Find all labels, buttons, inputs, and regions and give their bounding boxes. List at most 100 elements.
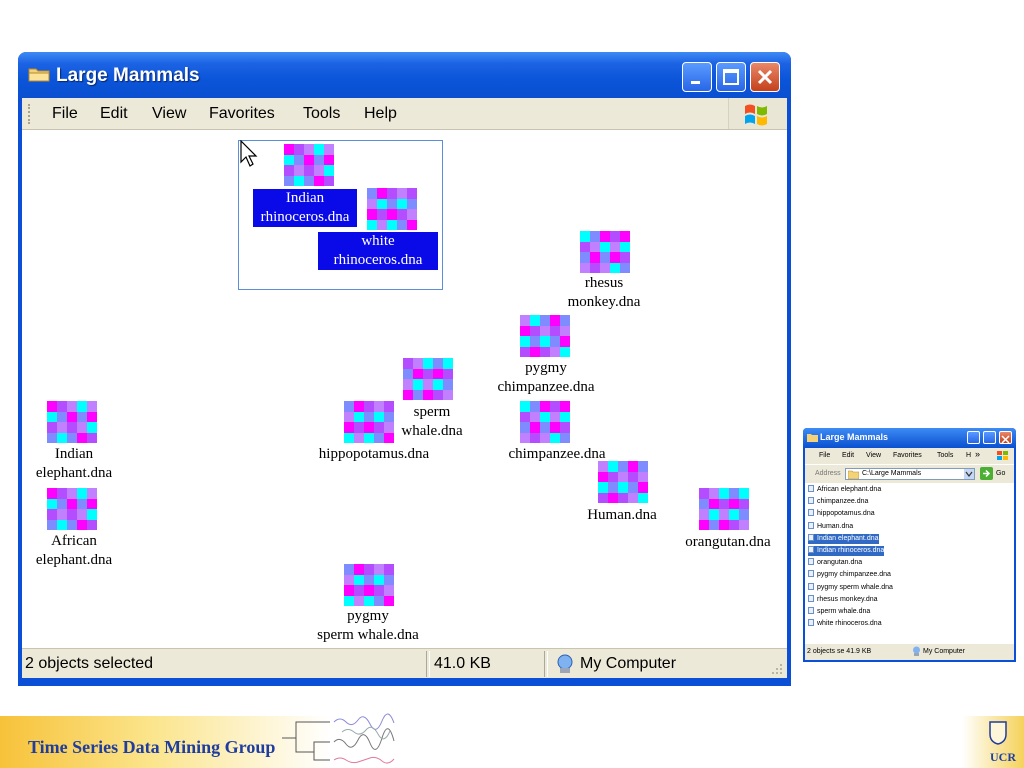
file-list-row[interactable]: hippopotamus.dna (808, 509, 875, 519)
dna-file-icon[interactable] (580, 231, 630, 273)
file-list-row[interactable]: Indian elephant.dna (808, 533, 879, 544)
file-label-line1: rhesus (584, 275, 624, 291)
dna-file-icon[interactable] (520, 315, 570, 357)
file-label-line1: pygmy (347, 608, 389, 624)
dendrogram-logo-icon (282, 713, 395, 764)
file-list-row[interactable]: Indian rhinoceros.dna (808, 546, 885, 556)
small-close-button[interactable] (999, 431, 1012, 444)
file-icon (808, 594, 814, 602)
file-list-name: rhesus monkey.dna (817, 595, 878, 603)
file-list-row[interactable]: pygmy sperm whale.dna (808, 582, 893, 593)
maximize-icon (723, 69, 739, 85)
small-address-bar: Address C:\Large Mammals Go (805, 464, 1014, 483)
file-label[interactable]: Indian elephant.dna (28, 445, 120, 483)
dna-file-icon[interactable] (403, 358, 453, 400)
menu-help[interactable]: Help (364, 105, 397, 123)
small-menu-favorites[interactable]: Favorites (893, 452, 922, 459)
file-label-line2: rhinoceros.dna (333, 252, 423, 268)
dna-file-icon[interactable] (699, 488, 749, 530)
resize-grip-icon[interactable] (769, 661, 783, 675)
small-maximize-button[interactable] (983, 431, 996, 444)
file-list-row[interactable]: pygmy chimpanzee.dna (808, 570, 891, 580)
dna-file-icon[interactable] (47, 488, 97, 530)
menu-favorites[interactable]: Favorites (209, 105, 275, 123)
file-label-line1: African (51, 533, 97, 549)
small-status-left: 2 objects se 41.9 KB (807, 648, 872, 655)
file-label-line1: white (361, 233, 395, 249)
ucr-shield-icon (989, 721, 1007, 745)
close-button[interactable] (750, 62, 780, 92)
file-icon (808, 582, 814, 590)
menu-bar: File Edit View Favorites Tools Help (22, 98, 787, 130)
dna-file-icon[interactable] (344, 564, 394, 606)
file-icon (808, 497, 814, 505)
toolbar-grip[interactable] (28, 104, 33, 124)
title-bar[interactable]: Large Mammals (18, 52, 791, 98)
small-menu-file[interactable]: File (819, 452, 830, 459)
file-list-name: pygmy chimpanzee.dna (817, 571, 891, 579)
small-title-bar[interactable]: Large Mammals (803, 428, 1016, 448)
dna-file-icon[interactable] (284, 144, 334, 186)
file-label[interactable]: orangutan.dna (676, 533, 780, 552)
file-list-name: white rhinoceros.dna (817, 620, 882, 628)
mouse-pointer-icon (240, 140, 258, 167)
menu-view[interactable]: View (152, 105, 186, 123)
file-label-line2: elephant.dna (35, 465, 113, 481)
file-label[interactable]: sperm whale.dna (392, 403, 472, 441)
dna-file-icon[interactable] (598, 461, 648, 503)
file-list[interactable]: African elephant.dna chimpanzee.dna hippop… (805, 483, 1014, 644)
window-title: Large Mammals (56, 65, 200, 86)
file-icon (808, 546, 814, 553)
file-list-row[interactable]: sperm whale.dna (808, 607, 870, 617)
explorer-window-list-view: Large Mammals File Edit View Favorites T… (803, 428, 1016, 662)
folder-icon (28, 68, 50, 82)
minimize-button[interactable] (682, 62, 712, 92)
dna-file-icon[interactable] (344, 401, 394, 443)
small-menu-tools[interactable]: Tools (937, 452, 953, 459)
file-icon (808, 485, 814, 492)
maximize-button[interactable] (716, 62, 746, 92)
file-label-line1: hippopotamus.dna (318, 446, 430, 462)
dna-file-icon[interactable] (520, 401, 570, 443)
small-menu-more[interactable]: » (975, 449, 980, 459)
file-icon (808, 533, 814, 541)
menu-file[interactable]: File (52, 105, 78, 123)
dna-file-icon[interactable] (367, 188, 417, 230)
file-list-row[interactable]: African elephant.dna (808, 485, 881, 495)
file-label-line1: orangutan.dna (685, 534, 771, 550)
small-my-computer-icon (913, 646, 920, 656)
file-label-line1: pygmy (525, 360, 567, 376)
status-size: 41.0 KB (434, 655, 491, 672)
file-list-name: pygmy sperm whale.dna (817, 583, 893, 591)
file-label[interactable]: white rhinoceros.dna (318, 232, 438, 270)
file-list-row[interactable]: orangutan.dna (808, 558, 862, 568)
file-label[interactable]: pygmy sperm whale.dna (306, 607, 430, 645)
windows-logo (728, 98, 787, 129)
ucr-text: UCR (990, 750, 1016, 764)
file-list-row[interactable]: white rhinoceros.dna (808, 619, 882, 629)
small-status-right: My Computer (923, 648, 966, 655)
dna-file-icon[interactable] (47, 401, 97, 443)
file-list-name: Indian elephant.dna (817, 534, 879, 542)
file-label[interactable]: African elephant.dna (28, 532, 120, 570)
file-label[interactable]: rhesus monkey.dna (553, 274, 655, 312)
file-list-row[interactable]: rhesus monkey.dna (808, 594, 878, 605)
small-menu-view[interactable]: View (866, 452, 881, 459)
small-menu-edit[interactable]: Edit (842, 452, 854, 459)
file-label[interactable]: Indian rhinoceros.dna (253, 189, 357, 227)
go-button[interactable] (980, 467, 993, 480)
chevron-down-icon (965, 471, 973, 477)
small-window-title: Large Mammals (820, 432, 889, 442)
menu-edit[interactable]: Edit (100, 105, 128, 123)
file-label[interactable]: Human.dna (578, 506, 666, 525)
address-dropdown-button[interactable] (964, 469, 974, 479)
file-list-row[interactable]: Human.dna (808, 521, 853, 532)
file-label[interactable]: hippopotamus.dna (308, 445, 440, 464)
small-menu-help[interactable]: H (966, 452, 971, 459)
small-minimize-button[interactable] (967, 431, 980, 444)
file-label[interactable]: pygmy chimpanzee.dna (490, 359, 602, 397)
file-list-row[interactable]: chimpanzee.dna (808, 497, 868, 507)
small-status-bar: 2 objects se 41.9 KB My Computer (805, 644, 1014, 660)
address-input[interactable]: C:\Large Mammals (845, 468, 975, 480)
menu-tools[interactable]: Tools (303, 105, 340, 123)
